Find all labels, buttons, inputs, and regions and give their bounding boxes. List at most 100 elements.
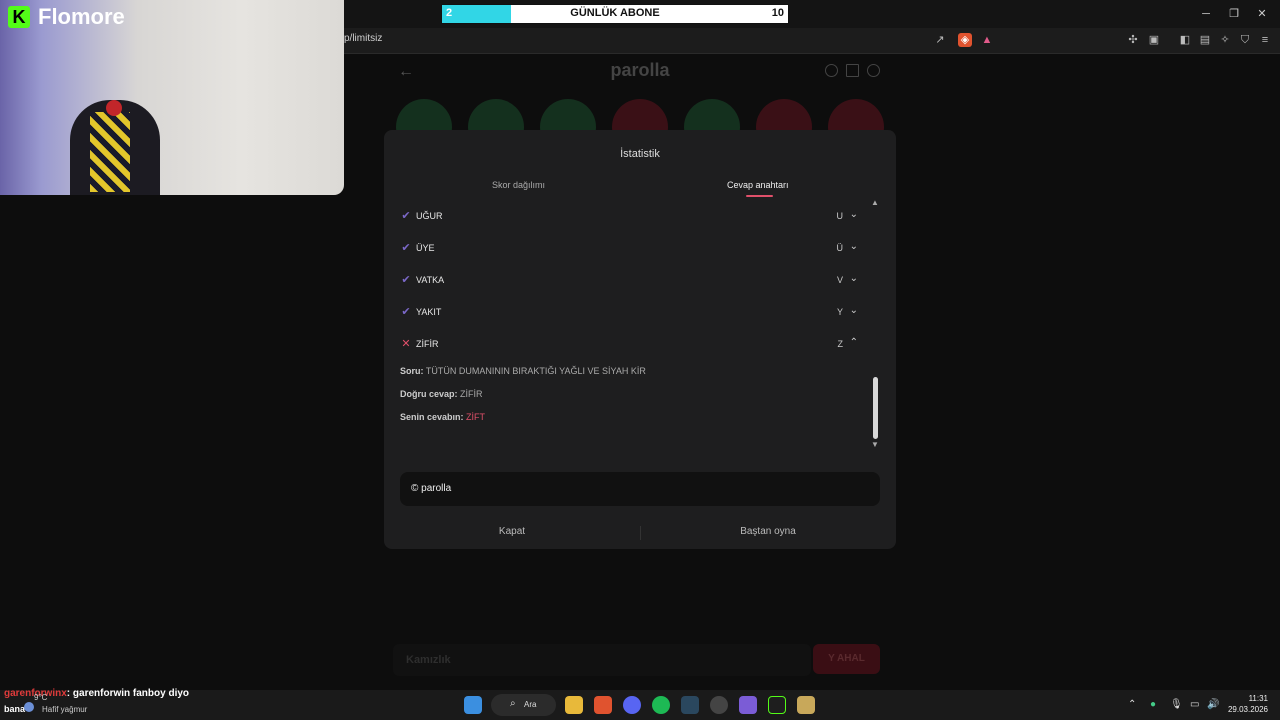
discord-icon[interactable] — [623, 696, 641, 714]
answer-input[interactable] — [393, 644, 811, 676]
correct-answer-value: ZİFİR — [460, 389, 483, 399]
cross-icon: ✕ — [401, 338, 411, 350]
app-icon[interactable] — [739, 696, 757, 714]
volume-icon[interactable]: 🔊 — [1207, 699, 1219, 710]
check-icon: ✔ — [401, 274, 411, 286]
brave-shield-icon[interactable]: ◈ — [958, 33, 972, 47]
answer-word: ÜYE — [416, 243, 435, 253]
taskbar-search-label: Ara — [524, 700, 537, 709]
answer-row[interactable]: ✔ UĞUR U ⌄ — [400, 208, 860, 228]
correct-answer-label: Doğru cevap: — [400, 389, 458, 399]
kick-icon[interactable] — [768, 696, 786, 714]
answer-letter: V — [836, 275, 843, 285]
answer-placeholder: Kamızlık — [406, 654, 451, 666]
answer-word: YAKIT — [416, 307, 442, 317]
close-icon[interactable]: ✕ — [1254, 6, 1270, 22]
stats-icon[interactable] — [846, 64, 859, 77]
answer-row[interactable]: ✔ ÜYE Ü ⌄ — [400, 240, 860, 260]
answer-letter: Ü — [836, 243, 844, 253]
chat-text: : garenforwin fanboy diyo — [66, 688, 190, 699]
your-answer-label: Senin cevabın: — [400, 412, 464, 422]
answer-word: ZİFİR — [416, 339, 439, 349]
obs-icon[interactable] — [710, 696, 728, 714]
microphone-icon[interactable]: 🎙 — [1170, 699, 1183, 710]
share-icon[interactable]: ↗ — [933, 33, 947, 47]
chevron-down-icon[interactable]: ⌄ — [850, 273, 858, 284]
chevron-down-icon[interactable]: ⌄ — [850, 209, 858, 220]
subscriber-goal-bar: 2 GÜNLÜK ABONE 10 — [441, 4, 789, 24]
restart-button[interactable]: Baştan oyna — [640, 518, 896, 546]
modal-title: İstatistik — [620, 148, 660, 160]
info-icon[interactable] — [825, 64, 838, 77]
answer-word: VATKA — [416, 275, 445, 285]
restore-icon[interactable]: ❐ — [1226, 6, 1242, 22]
sidebar-icon[interactable]: ◧ — [1178, 33, 1192, 47]
question-text: TÜTÜN DUMANININ BIRAKTIĞI YAĞLI VE SİYAH… — [425, 366, 646, 376]
answer-row[interactable]: ✔ VATKA V ⌄ — [400, 272, 860, 292]
wallet-icon[interactable]: ▤ — [1198, 33, 1212, 47]
close-button[interactable]: Kapat — [384, 518, 640, 546]
brave-browser-icon[interactable] — [594, 696, 612, 714]
your-answer-line: Senin cevabın: ZİFT — [400, 412, 485, 422]
scrollbar-thumb[interactable] — [873, 377, 878, 439]
answer-word: UĞUR — [416, 211, 443, 221]
minimize-icon[interactable]: ─ — [1198, 6, 1214, 22]
answer-row[interactable]: ✔ YAKIT Y ⌄ — [400, 304, 860, 324]
spotify-icon[interactable] — [652, 696, 670, 714]
weather-icon[interactable] — [24, 702, 34, 712]
menu-icon[interactable]: ≡ — [1258, 33, 1272, 47]
tab-icon[interactable]: ▣ — [1147, 33, 1161, 47]
back-arrow-icon[interactable]: ← — [398, 63, 414, 81]
check-icon: ✔ — [401, 210, 411, 222]
statistics-modal: İstatistik Skor dağılımı Cevap anahtarı … — [384, 130, 896, 549]
copyright-box: © parolla — [400, 472, 880, 506]
clock-date[interactable]: 29.03.2026 — [1222, 705, 1268, 714]
chevron-up-icon[interactable]: ⌃ — [850, 337, 858, 348]
scarf — [90, 112, 130, 192]
brand-name: Flomore — [38, 4, 125, 29]
subscriber-goal-label: GÜNLÜK ABONE — [570, 7, 660, 19]
chat-text-fragment: bana — [4, 704, 26, 714]
profile-icon[interactable] — [867, 64, 880, 77]
search-icon: ⌕ — [510, 698, 516, 709]
check-icon: ✔ — [401, 242, 411, 254]
weather-description[interactable]: Hafif yağmur — [42, 705, 87, 714]
tray-app-icon[interactable]: ● — [1150, 699, 1156, 710]
weather-temperature[interactable]: 9°C — [34, 693, 47, 702]
correct-answer-line: Doğru cevap: ZİFİR — [400, 389, 483, 399]
vpn-icon[interactable]: ⛉ — [1238, 33, 1252, 47]
chat-message: garenforwinx: garenforwin fanboy diyo — [4, 688, 189, 699]
file-explorer-icon[interactable] — [565, 696, 583, 714]
your-answer-value: ZİFT — [466, 412, 486, 422]
leo-icon[interactable]: ✧ — [1218, 33, 1232, 47]
question-label: Soru: — [400, 366, 424, 376]
copyright-text: © parolla — [411, 483, 452, 494]
league-icon[interactable] — [797, 696, 815, 714]
answer-letter: Z — [837, 339, 844, 349]
tray-overflow-icon[interactable]: ⌃ — [1128, 699, 1136, 710]
webcam-overlay: K Flomore — [0, 0, 344, 195]
tab-skor-dagilimi[interactable]: Skor dağılımı — [492, 180, 545, 190]
game-title: parolla — [610, 60, 670, 80]
scroll-up-icon[interactable]: ▲ — [871, 198, 879, 207]
windows-start-icon[interactable] — [464, 696, 482, 714]
subscriber-goal-max: 10 — [771, 7, 784, 19]
hat — [106, 100, 122, 116]
answer-letter: Y — [836, 307, 843, 317]
url-text[interactable]: p/limitsiz — [344, 33, 382, 44]
rewards-icon[interactable]: ▲ — [980, 33, 994, 47]
clock-time[interactable]: 11:31 — [1226, 694, 1268, 703]
check-icon: ✔ — [401, 306, 411, 318]
steam-icon[interactable] — [681, 696, 699, 714]
scroll-down-icon[interactable]: ▼ — [871, 440, 879, 449]
answer-row-expanded[interactable]: ✕ ZİFİR Z ⌃ — [400, 336, 860, 356]
answer-letter: U — [836, 211, 844, 221]
kick-logo-icon: K — [8, 6, 30, 28]
chevron-down-icon[interactable]: ⌄ — [850, 241, 858, 252]
question-line: Soru: TÜTÜN DUMANININ BIRAKTIĞI YAĞLI VE… — [400, 366, 646, 376]
tab-cevap-anahtari[interactable]: Cevap anahtarı — [727, 180, 789, 190]
answer-submit-button[interactable]: Y AHAL — [813, 644, 880, 674]
extensions-icon[interactable]: ✣ — [1126, 33, 1140, 47]
chevron-down-icon[interactable]: ⌄ — [850, 305, 858, 316]
network-icon[interactable]: ▭ — [1190, 699, 1199, 710]
